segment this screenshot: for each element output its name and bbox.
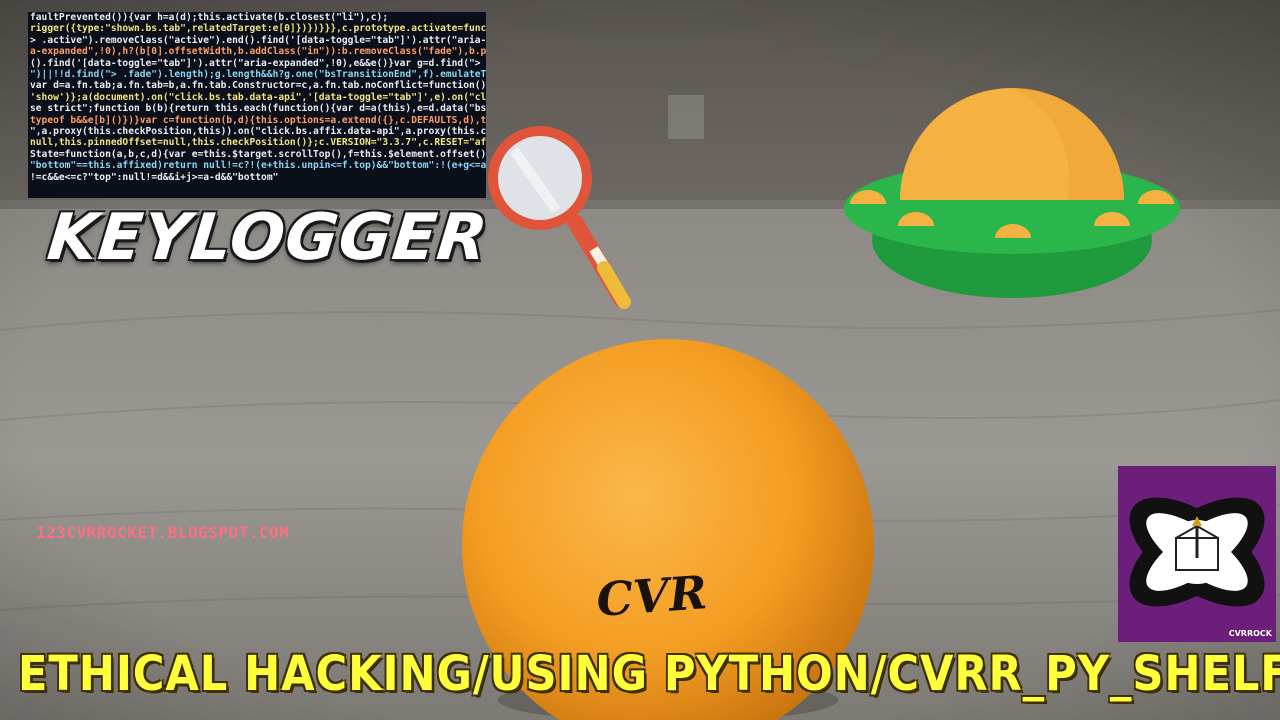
code-snippet-panel: faultPrevented()){var h=a(d);this.activa… xyxy=(28,12,486,198)
code-line: a-expanded",!0),h?(b[0].offsetWidth,b.ad… xyxy=(30,46,486,58)
thumbnail-scene: CVR faultPrevented()){var h=a(d);this.ac… xyxy=(0,0,1280,720)
channel-logo: CVRROCK xyxy=(1118,466,1276,642)
code-line: "bottom"==this.affixed)return null!=c?!(… xyxy=(30,160,486,172)
code-line: 'show')};a(document).on("click.bs.tab.da… xyxy=(30,91,486,103)
code-line: ().find('[data-toggle="tab"]').attr("ari… xyxy=(30,57,481,69)
code-line: !=c&&e<=c?"top":null!=d&&i+j>=a-d&&"bott… xyxy=(30,171,279,183)
code-line: ",a.proxy(this.checkPosition,this)).on("… xyxy=(30,126,486,138)
code-line: ")||!!d.find("> .fade").length);g.length… xyxy=(30,69,486,81)
code-line: typeof b&&e[b]()})}var c=function(b,d){t… xyxy=(30,114,486,126)
code-line: rigger({type:"shown.bs.tab",relatedTarge… xyxy=(30,23,486,35)
code-line: se strict";function b(b){return this.eac… xyxy=(30,103,486,115)
logo-caption: CVRROCK xyxy=(1229,629,1273,638)
code-line: null,this.pinnedOffset=null,this.checkPo… xyxy=(30,137,486,149)
code-line: var d=a.fn.tab;a.fn.tab=b,a.fn.tab.Const… xyxy=(30,80,486,92)
code-line: faultPrevented()){var h=a(d);this.activa… xyxy=(30,12,389,23)
atom-logo-icon: CVRROCK xyxy=(1118,466,1276,642)
code-line: > .active").removeClass("active").end().… xyxy=(30,34,486,46)
ball-text: CVR xyxy=(595,565,709,627)
bottom-banner: ETHICAL HACKING/USING PYTHON/CVRR_PY_SHE… xyxy=(18,646,1280,702)
blog-url: 123CVRROCKET.BLOGSPOT.COM xyxy=(36,523,290,542)
title-keylogger: KEYLOGGER xyxy=(44,201,492,275)
code-line: State=function(a,b,c,d){var e=this.$targ… xyxy=(30,148,486,160)
